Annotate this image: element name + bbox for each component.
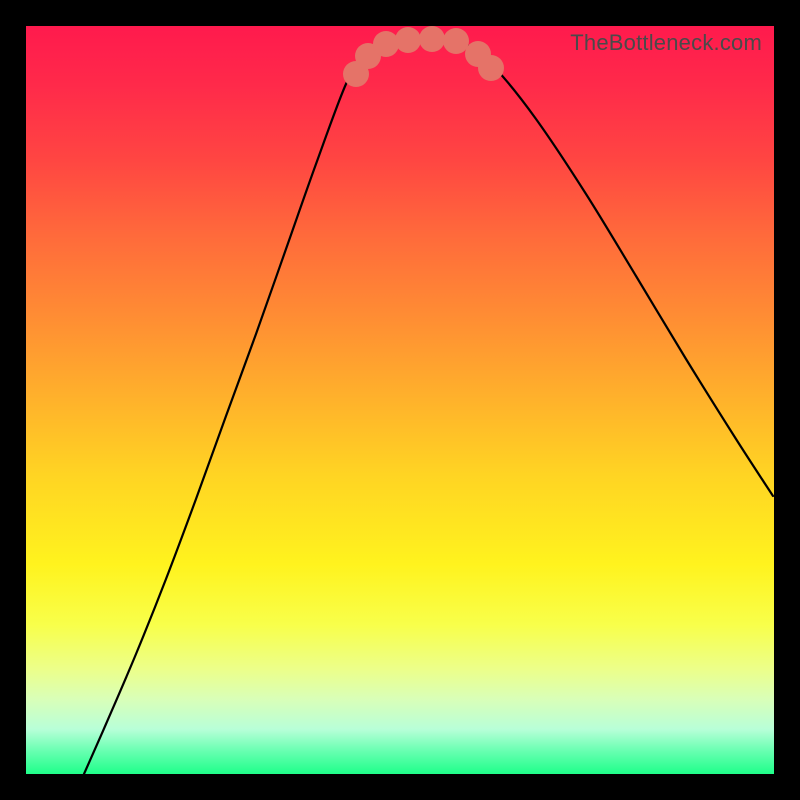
- curve-path: [84, 39, 773, 774]
- plot-area: TheBottleneck.com: [26, 26, 774, 774]
- marker-dot: [373, 31, 399, 57]
- marker-dot: [419, 26, 445, 52]
- curves-group: [84, 39, 773, 774]
- markers-group: [343, 26, 504, 87]
- marker-dot: [395, 27, 421, 53]
- marker-dot: [478, 55, 504, 81]
- chart-svg: [26, 26, 774, 774]
- chart-frame: TheBottleneck.com: [0, 0, 800, 800]
- marker-dot: [443, 28, 469, 54]
